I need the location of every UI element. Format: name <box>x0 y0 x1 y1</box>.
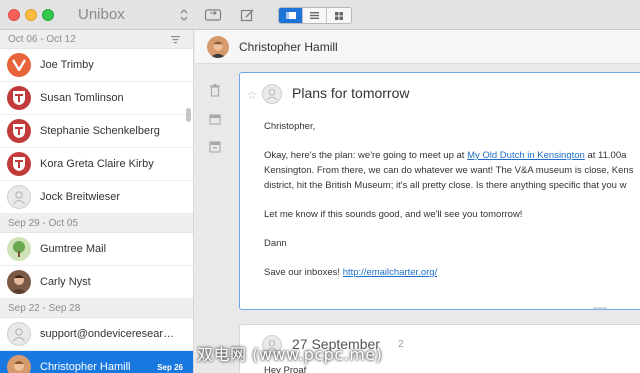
conversation-item[interactable]: Joe Trimby <box>0 49 193 82</box>
grid-view-button[interactable] <box>327 8 351 23</box>
archive-icon[interactable] <box>209 112 223 126</box>
card-view-icon <box>285 12 296 19</box>
message-paragraph: Let me know if this sounds good, and we'… <box>264 209 523 220</box>
default-avatar-icon <box>262 84 282 104</box>
app-title: Unibox <box>78 6 125 23</box>
watermark-text: 双电网 (www.pcpc.me) <box>197 345 383 364</box>
body-text: district, hit the British Museum; it's a… <box>264 180 627 191</box>
body-text: Okay, here's the plan: we're going to me… <box>264 150 468 161</box>
person-avatar-icon <box>207 35 229 58</box>
conversation-name: Susan Tomlinson <box>40 92 124 104</box>
zoom-window-button[interactable] <box>42 9 54 21</box>
v-logo-avatar-icon <box>7 53 31 77</box>
date-group-header: Sep 29 - Oct 05 <box>0 214 193 233</box>
conversation-name: support@ondeviceresear… <box>40 328 175 340</box>
message-pane: Christopher Hamill ☆ Plans for tomorrow … <box>195 30 640 373</box>
minimize-window-button[interactable] <box>25 9 37 21</box>
conversation-name: Gumtree Mail <box>40 243 107 255</box>
sidebar-scrollbar[interactable] <box>186 108 191 122</box>
message-body: Christopher, Okay, here's the plan: we'r… <box>264 119 640 294</box>
refresh-icon <box>204 9 222 21</box>
crest-avatar-icon <box>7 119 31 143</box>
contact-name: Christopher Hamill <box>239 39 338 54</box>
filter-icon[interactable] <box>171 35 180 44</box>
message-actions <box>209 84 223 168</box>
compose-icon <box>240 9 253 21</box>
message-paragraph: Save our inboxes! http://emailcharter.or… <box>264 265 640 280</box>
conversation-sidebar: Oct 06 - Oct 12 Joe Trimby Susan Tomlins… <box>0 30 194 373</box>
body-text: Save our inboxes! <box>264 267 343 278</box>
person-avatar-icon <box>7 270 31 294</box>
body-text: at 11.00a <box>584 150 627 161</box>
compose-button[interactable] <box>238 5 256 25</box>
trash-icon[interactable] <box>209 84 223 98</box>
date-group-header: Oct 06 - Oct 12 <box>0 30 193 49</box>
conversation-name: Jock Breitwieser <box>40 191 121 203</box>
conversation-item[interactable]: Kora Greta Claire Kirby <box>0 148 193 181</box>
date-group-label: Sep 29 - Oct 05 <box>8 218 79 229</box>
message-card[interactable]: ☆ Plans for tomorrow Christopher, Okay, … <box>239 72 640 310</box>
message-preview: Hey Proaf <box>264 365 307 373</box>
message-signature: Dann <box>264 238 287 249</box>
person-avatar-icon <box>7 355 31 373</box>
sort-arrows-icon[interactable] <box>179 8 189 22</box>
conversation-name: Stephanie Schenkelberg <box>40 125 160 137</box>
resize-grip[interactable] <box>593 307 607 309</box>
conversation-name: Kora Greta Claire Kirby <box>40 158 154 170</box>
date-group-label: Sep 22 - Sep 28 <box>8 303 81 314</box>
default-avatar-icon <box>7 322 31 346</box>
conversation-name: Joe Trimby <box>40 59 94 71</box>
message-subject: Plans for tomorrow <box>292 85 410 101</box>
view-mode-switcher <box>278 7 352 24</box>
grid-view-icon <box>335 11 343 20</box>
list-view-button[interactable] <box>303 8 327 23</box>
date-group-header: Sep 22 - Sep 28 <box>0 299 193 318</box>
crest-avatar-icon <box>7 152 31 176</box>
conversation-item[interactable]: Gumtree Mail <box>0 233 193 266</box>
message-greeting: Christopher, <box>264 121 316 132</box>
conversation-header: Christopher Hamill <box>195 30 640 64</box>
conversation-item[interactable]: Carly Nyst <box>0 266 193 299</box>
refresh-button[interactable] <box>203 5 223 25</box>
date-group-label: Oct 06 - Oct 12 <box>8 34 76 45</box>
app-window: Unibox Oct 06 - Oct 12 Joe Trimby Susan … <box>0 0 640 373</box>
conversation-name: Carly Nyst <box>40 276 91 288</box>
body-text: Kensington. From there, we can do whatev… <box>264 165 634 176</box>
email-charter-link[interactable]: http://emailcharter.org/ <box>343 267 438 278</box>
conversation-item[interactable]: Stephanie Schenkelberg <box>0 115 193 148</box>
conversation-item[interactable]: Jock Breitwieser <box>0 181 193 214</box>
conversation-date: Sep 26 <box>157 362 183 372</box>
list-view-icon <box>310 12 319 19</box>
conversation-item[interactable]: support@ondeviceresear… <box>0 318 193 351</box>
archive-box-icon[interactable] <box>209 140 223 154</box>
star-icon[interactable]: ☆ <box>247 88 258 102</box>
venue-link[interactable]: My Old Dutch in Kensington <box>467 150 585 161</box>
tree-avatar-icon <box>7 237 31 261</box>
card-view-button[interactable] <box>279 8 303 23</box>
conversation-item-selected[interactable]: Christopher Hamill Sep 26 <box>0 351 193 373</box>
toolbar: Unibox <box>0 0 640 30</box>
message-count: 2 <box>398 339 404 350</box>
conversation-name: Christopher Hamill <box>40 361 131 373</box>
conversation-item[interactable]: Susan Tomlinson <box>0 82 193 115</box>
default-avatar-icon <box>7 185 31 209</box>
message-paragraph: Okay, here's the plan: we're going to me… <box>264 148 640 193</box>
close-window-button[interactable] <box>8 9 20 21</box>
crest-avatar-icon <box>7 86 31 110</box>
